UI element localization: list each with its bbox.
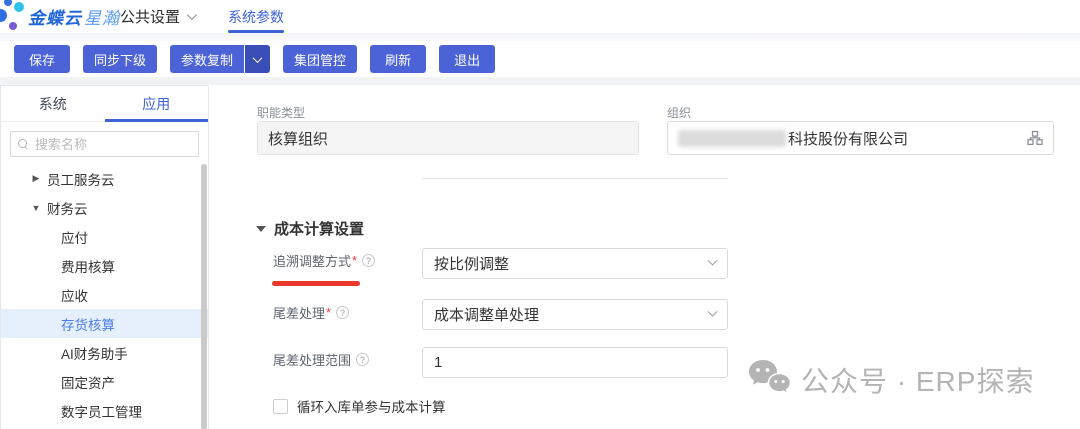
parameter-copy-dropdown-arrow[interactable] [245, 45, 270, 73]
tree-item-receivable[interactable]: 应收 [1, 280, 208, 309]
tree-item-finance-cloud[interactable]: ▼财务云 [1, 193, 208, 222]
required-asterisk: * [352, 253, 357, 268]
tail-diff-range-label: 尾差处理范围 [273, 350, 369, 369]
tail-diff-range-field [422, 347, 728, 378]
chevron-down-icon [187, 10, 197, 20]
loop-inbound-checkbox-row[interactable]: 循环入库单参与成本计算 [273, 396, 446, 416]
help-icon [356, 353, 369, 366]
sidebar-scrollbar[interactable] [201, 164, 207, 429]
tab-system-parameters[interactable]: 系统参数 [228, 0, 284, 33]
tree-item-digital-employee[interactable]: 数字员工管理 [1, 396, 208, 425]
tail-diff-handling-label: 尾差处理* [273, 303, 349, 322]
organization-label: 组织 [667, 104, 691, 121]
tree-item-employee-service-cloud[interactable]: ▶员工服务云 [1, 164, 208, 193]
trace-adjust-mode-select[interactable]: 按比例调整 [422, 248, 728, 279]
parameter-copy-button[interactable]: 参数复制 [170, 45, 244, 73]
section-divider [422, 178, 728, 179]
watermark-text: 公众号 · ERP探索 [801, 360, 1034, 400]
module-tree: ▶员工服务云 ▼财务云 应付 费用核算 应收 存货核算 AI财务助手 固定资产 … [1, 164, 208, 429]
toolbar-divider [0, 77, 1080, 85]
sidebar-tabs: 系统 应用 [1, 86, 208, 122]
organization-field[interactable]: 科技股份有限公司 [667, 121, 1054, 155]
sidebar-tab-system[interactable]: 系统 [1, 86, 105, 121]
tail-diff-range-input[interactable] [434, 354, 716, 371]
checkbox-label: 循环入库单参与成本计算 [297, 396, 446, 416]
kingdee-logo: 金蝶云星瀚 [0, 0, 120, 33]
tree-item-ai-finance-assistant[interactable]: AI财务助手 [1, 338, 208, 367]
save-button[interactable]: 保存 [14, 45, 70, 73]
function-type-label: 职能类型 [257, 104, 305, 121]
required-asterisk: * [326, 305, 331, 320]
wechat-icon [748, 358, 792, 401]
sync-subordinate-button[interactable]: 同步下级 [83, 45, 157, 73]
help-icon [362, 254, 375, 267]
checkbox-unchecked[interactable] [273, 399, 288, 414]
section-collapse-icon [256, 226, 266, 232]
red-highlight-marker [272, 281, 360, 286]
function-type-field: 核算组织 [257, 121, 639, 155]
chevron-down-icon [253, 53, 263, 63]
parameter-copy-splitbutton: 参数复制 [170, 45, 270, 73]
refresh-button[interactable]: 刷新 [370, 45, 426, 73]
sidebar-tab-application[interactable]: 应用 [105, 86, 209, 121]
chevron-down-icon [708, 307, 718, 317]
app-window: 金蝶云星瀚 公共设置 系统参数 保存 同步下级 参数复制 集团管控 刷新 退出 … [0, 0, 1080, 429]
tree-item-expense-accounting[interactable]: 费用核算 [1, 251, 208, 280]
tree-item-clipped[interactable]: 财务报表 [1, 425, 208, 429]
chevron-down-icon [708, 256, 718, 266]
sidebar-search[interactable] [10, 131, 199, 157]
cost-calc-section-header[interactable]: 成本计算设置 [256, 218, 364, 239]
search-input[interactable] [35, 137, 185, 152]
watermark: 公众号 · ERP探索 [748, 358, 1034, 401]
search-icon [18, 139, 29, 150]
expanded-arrow-icon: ▼ [29, 203, 43, 213]
group-control-button[interactable]: 集团管控 [283, 45, 357, 73]
help-icon [336, 306, 349, 319]
top-header: 金蝶云星瀚 公共设置 系统参数 [0, 0, 1080, 33]
toolbar: 保存 同步下级 参数复制 集团管控 刷新 退出 [0, 41, 1080, 77]
tail-diff-handling-select[interactable]: 成本调整单处理 [422, 299, 728, 330]
sidebar: 系统 应用 ▶员工服务云 ▼财务云 应付 费用核算 应收 存货核算 AI财务助手… [0, 85, 209, 429]
header-divider [0, 33, 1080, 41]
menu-public-settings[interactable]: 公共设置 [120, 0, 194, 33]
brand-text: 金蝶云星瀚 [28, 4, 120, 29]
tree-item-payable[interactable]: 应付 [1, 222, 208, 251]
exit-button[interactable]: 退出 [439, 45, 495, 73]
redacted-company-prefix [678, 130, 786, 147]
trace-adjust-mode-label: 追溯调整方式* [273, 251, 375, 270]
tree-item-fixed-assets[interactable]: 固定资产 [1, 367, 208, 396]
org-chart-icon[interactable] [1027, 130, 1043, 146]
tree-item-inventory-accounting[interactable]: 存货核算 [1, 309, 208, 338]
collapsed-arrow-icon: ▶ [29, 173, 43, 184]
logo-dots-icon [0, 0, 28, 33]
